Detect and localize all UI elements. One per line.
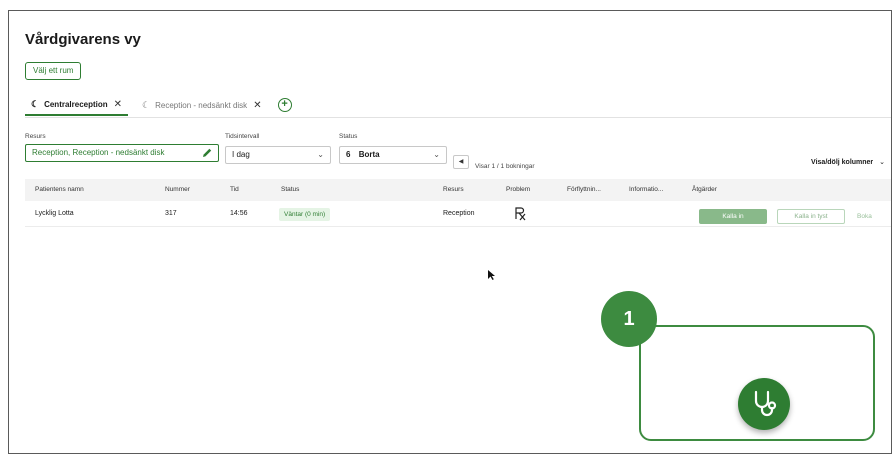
tab-label: Centralreception [44, 99, 108, 109]
table-row[interactable]: Lycklig Lotta 317 14:56 Väntar (0 min) R… [25, 201, 891, 227]
row-resource: Reception [443, 210, 475, 217]
status-select[interactable]: 6 Borta ⌄ [339, 146, 447, 164]
chevron-down-icon: ⌄ [317, 150, 324, 159]
book-button[interactable]: Boka [857, 209, 872, 224]
status-value: Borta [358, 150, 380, 159]
chevron-down-icon: ⌄ [879, 159, 885, 166]
tab-bar: ☾ Centralreception ✕ ☾ Reception - nedsä… [25, 93, 292, 117]
patient-number: 317 [165, 210, 177, 217]
divider [25, 117, 891, 118]
caregiver-action-button[interactable] [738, 378, 790, 430]
status-badge: Väntar (0 min) [279, 208, 331, 221]
col-transfer[interactable]: Förflyttnin... [567, 179, 601, 201]
moon-icon: ☾ [31, 98, 40, 109]
chevron-down-icon: ⌄ [433, 150, 440, 159]
select-room-button[interactable]: Välj ett rum [25, 62, 82, 80]
col-problem[interactable]: Problem [506, 179, 530, 201]
prescription-problem-icon[interactable] [514, 207, 528, 221]
interval-select[interactable]: I dag ⌄ [225, 146, 331, 164]
interval-value: I dag [232, 150, 250, 159]
collapse-arrow-button[interactable]: ◀ [453, 155, 469, 169]
close-icon[interactable]: ✕ [114, 99, 122, 110]
add-tab-icon[interactable]: + [277, 98, 292, 112]
col-number[interactable]: Nummer [165, 179, 190, 201]
status-label: Status [339, 133, 358, 140]
app-window: Vårdgivarens vy Välj ett rum ☾ Centralre… [8, 10, 892, 454]
bookings-count: Visar 1 / 1 bokningar [475, 163, 535, 170]
resource-value: Reception, Reception - nedsänkt disk [32, 148, 165, 157]
close-icon[interactable]: ✕ [253, 100, 261, 111]
col-actions: Åtgärder [692, 186, 717, 193]
call-in-silent-button[interactable]: Kalla in tyst [777, 209, 845, 224]
table-header: Patientens namn Nummer Tid Status Resurs… [25, 179, 891, 201]
stethoscope-icon [754, 390, 777, 417]
moon-icon: ☾ [142, 99, 151, 110]
tab-label: Reception - nedsänkt disk [155, 100, 248, 110]
status-count: 6 [346, 150, 351, 159]
col-status[interactable]: Status [281, 179, 299, 201]
tab-centralreception[interactable]: ☾ Centralreception ✕ [25, 94, 129, 116]
columns-toggle-label: Visa/dölj kolumner [811, 159, 874, 166]
mouse-cursor-icon [488, 270, 495, 280]
patient-name: Lycklig Lotta [35, 210, 74, 217]
interval-label: Tidsintervall [225, 133, 260, 140]
col-time[interactable]: Tid [230, 179, 239, 201]
pencil-icon [203, 148, 212, 157]
callout-number-badge: 1 [601, 291, 657, 347]
columns-toggle[interactable]: Visa/dölj kolumner ⌄ [811, 158, 885, 166]
page-title: Vårdgivarens vy [25, 31, 141, 48]
tab-reception-nedsankt-disk[interactable]: ☾ Reception - nedsänkt disk ✕ [136, 94, 268, 116]
col-information[interactable]: Informatio... [629, 179, 663, 201]
resource-select[interactable]: Reception, Reception - nedsänkt disk [25, 144, 219, 162]
call-in-button[interactable]: Kalla in [699, 209, 767, 224]
col-resource[interactable]: Resurs [443, 179, 464, 201]
booking-time: 14:56 [230, 210, 248, 217]
resource-label: Resurs [25, 133, 46, 140]
col-patient-name[interactable]: Patientens namn [35, 179, 84, 201]
